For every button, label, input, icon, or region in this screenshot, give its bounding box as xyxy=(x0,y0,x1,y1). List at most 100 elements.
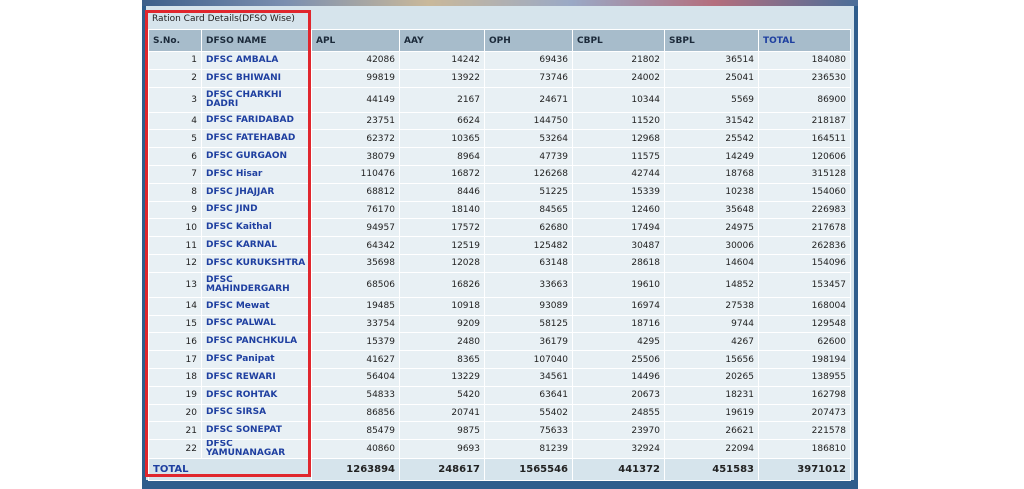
row-sbpl: 27538 xyxy=(664,296,759,316)
row-total: 315128 xyxy=(758,164,851,184)
row-cbpl: 25506 xyxy=(572,350,665,369)
row-apl: 38079 xyxy=(311,147,400,166)
row-apl: 33754 xyxy=(311,314,400,334)
row-total: 138955 xyxy=(758,367,851,387)
panel-bottom-bar xyxy=(142,480,858,489)
table-row: 8 DFSC JHAJJAR 68812 8446 51225 15339 10238 154… xyxy=(148,182,851,202)
table-row: 4 DFSC FARIDABAD 23751 6624 144750 11520 31542… xyxy=(148,111,851,131)
row-dfso-name-link[interactable]: DFSC JIND xyxy=(201,200,312,220)
row-aay: 16872 xyxy=(399,164,485,184)
row-aay: 6624 xyxy=(399,111,485,131)
row-dfso-name-link[interactable]: DFSC YAMUNANAGAR xyxy=(201,439,312,460)
row-cbpl: 30487 xyxy=(572,236,665,255)
table-row: 21 DFSC SONEPAT 85479 9875 75633 23970 26621 22… xyxy=(148,421,851,441)
row-total: 154096 xyxy=(758,253,851,273)
total-sbpl: 451583 xyxy=(664,458,759,482)
row-sbpl: 10238 xyxy=(664,182,759,202)
row-oph: 63641 xyxy=(484,385,573,405)
row-cbpl: 24002 xyxy=(572,68,665,88)
row-sbpl: 4267 xyxy=(664,332,759,352)
row-dfso-name-link[interactable]: DFSC KARNAL xyxy=(201,236,312,255)
row-sno: 13 xyxy=(148,271,202,298)
ration-card-table: S.No. DFSO NAME APL AAY OPH CBPL SBPL TO… xyxy=(148,29,851,482)
header-aay: AAY xyxy=(399,29,485,52)
header-total: TOTAL xyxy=(758,29,851,52)
row-aay: 13922 xyxy=(399,68,485,88)
table-row: 13 DFSC MAHINDERGARH 68506 16826 33663 19610 1… xyxy=(148,271,851,298)
row-dfso-name-link[interactable]: DFSC BHIWANI xyxy=(201,68,312,88)
row-oph: 58125 xyxy=(484,314,573,334)
row-total: 154060 xyxy=(758,182,851,202)
row-aay: 5420 xyxy=(399,385,485,405)
row-aay: 2167 xyxy=(399,86,485,113)
row-oph: 24671 xyxy=(484,86,573,113)
row-total: 120606 xyxy=(758,147,851,166)
row-cbpl: 11520 xyxy=(572,111,665,131)
row-sbpl: 14249 xyxy=(664,147,759,166)
row-total: 184080 xyxy=(758,51,851,70)
row-sno: 2 xyxy=(148,68,202,88)
row-apl: 54833 xyxy=(311,385,400,405)
header-sno: S.No. xyxy=(148,29,202,52)
row-total: 153457 xyxy=(758,271,851,298)
row-dfso-name-link[interactable]: DFSC GURGAON xyxy=(201,147,312,166)
row-sbpl: 14852 xyxy=(664,271,759,298)
row-dfso-name-link[interactable]: DFSC MAHINDERGARH xyxy=(201,271,312,298)
row-sno: 5 xyxy=(148,129,202,149)
row-total: 86900 xyxy=(758,86,851,113)
row-dfso-name-link[interactable]: DFSC SONEPAT xyxy=(201,421,312,441)
total-apl: 1263894 xyxy=(311,458,400,482)
total-total: 3971012 xyxy=(758,458,851,482)
row-sbpl: 26621 xyxy=(664,421,759,441)
row-dfso-name-link[interactable]: DFSC CHARKHI DADRI xyxy=(201,86,312,113)
row-sno: 22 xyxy=(148,439,202,460)
row-sno: 4 xyxy=(148,111,202,131)
row-total: 217678 xyxy=(758,218,851,238)
row-oph: 33663 xyxy=(484,271,573,298)
header-apl: APL xyxy=(311,29,400,52)
table-row: 10 DFSC Kaithal 94957 17572 62680 17494 24975 2… xyxy=(148,218,851,238)
header-dfso-name: DFSO NAME xyxy=(201,29,312,52)
row-dfso-name-link[interactable]: DFSC PALWAL xyxy=(201,314,312,334)
row-oph: 73746 xyxy=(484,68,573,88)
table-row: 17 DFSC Panipat 41627 8365 107040 25506 15656 1… xyxy=(148,350,851,369)
row-dfso-name-link[interactable]: DFSC Panipat xyxy=(201,350,312,369)
row-cbpl: 19610 xyxy=(572,271,665,298)
row-oph: 125482 xyxy=(484,236,573,255)
row-cbpl: 11575 xyxy=(572,147,665,166)
row-apl: 99819 xyxy=(311,68,400,88)
row-cbpl: 12968 xyxy=(572,129,665,149)
row-oph: 51225 xyxy=(484,182,573,202)
row-dfso-name-link[interactable]: DFSC Kaithal xyxy=(201,218,312,238)
row-cbpl: 21802 xyxy=(572,51,665,70)
row-sbpl: 25542 xyxy=(664,129,759,149)
row-sbpl: 31542 xyxy=(664,111,759,131)
row-dfso-name-link[interactable]: DFSC REWARI xyxy=(201,367,312,387)
row-cbpl: 15339 xyxy=(572,182,665,202)
row-dfso-name-link[interactable]: DFSC FATEHABAD xyxy=(201,129,312,149)
row-dfso-name-link[interactable]: DFSC AMBALA xyxy=(201,51,312,70)
row-total: 186810 xyxy=(758,439,851,460)
row-dfso-name-link[interactable]: DFSC KURUKSHTRA xyxy=(201,253,312,273)
row-apl: 15379 xyxy=(311,332,400,352)
row-oph: 75633 xyxy=(484,421,573,441)
row-dfso-name-link[interactable]: DFSC Hisar xyxy=(201,164,312,184)
row-sno: 8 xyxy=(148,182,202,202)
row-cbpl: 10344 xyxy=(572,86,665,113)
row-apl: 23751 xyxy=(311,111,400,131)
row-aay: 14242 xyxy=(399,51,485,70)
row-dfso-name-link[interactable]: DFSC SIRSA xyxy=(201,403,312,423)
row-oph: 62680 xyxy=(484,218,573,238)
row-aay: 12519 xyxy=(399,236,485,255)
row-dfso-name-link[interactable]: DFSC PANCHKULA xyxy=(201,332,312,352)
row-dfso-name-link[interactable]: DFSC ROHTAK xyxy=(201,385,312,405)
row-dfso-name-link[interactable]: DFSC Mewat xyxy=(201,296,312,316)
row-apl: 68812 xyxy=(311,182,400,202)
row-sno: 20 xyxy=(148,403,202,423)
row-oph: 34561 xyxy=(484,367,573,387)
row-dfso-name-link[interactable]: DFSC FARIDABAD xyxy=(201,111,312,131)
row-total: 236530 xyxy=(758,68,851,88)
row-dfso-name-link[interactable]: DFSC JHAJJAR xyxy=(201,182,312,202)
table-row: 16 DFSC PANCHKULA 15379 2480 36179 4295 4267 62… xyxy=(148,332,851,352)
row-apl: 62372 xyxy=(311,129,400,149)
